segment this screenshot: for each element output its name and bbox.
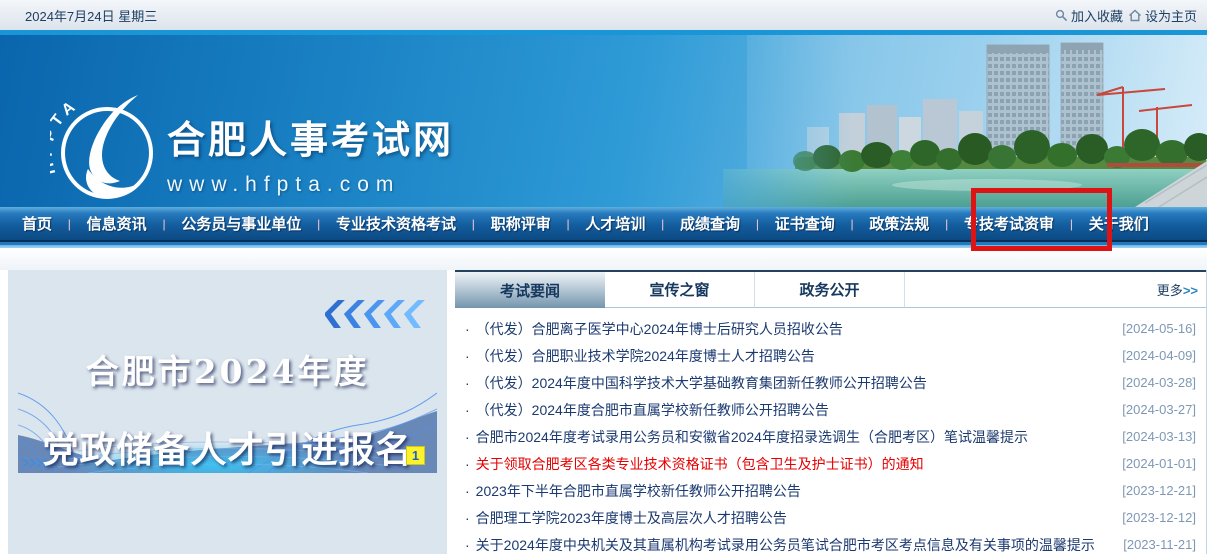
bullet-icon: ·: [465, 429, 470, 445]
bullet-icon: ·: [465, 321, 470, 337]
header-fade-gap: [0, 248, 1207, 270]
news-date: [2024-03-27]: [1122, 402, 1196, 417]
news-link[interactable]: （代发）2024年度合肥市直属学校新任教师公开招聘公告: [476, 400, 1115, 420]
nav-separator: |: [850, 217, 853, 231]
nav-item-title-review[interactable]: 职称评审: [491, 213, 551, 234]
bullet-icon: ·: [465, 402, 470, 418]
more-arrows: >>: [1183, 283, 1198, 298]
news-date: [2024-03-28]: [1122, 375, 1196, 390]
bullet-icon: ·: [465, 456, 470, 472]
nav-item-certificate-query[interactable]: 证书查询: [775, 213, 835, 234]
news-item[interactable]: · 合肥市2024年度考试录用公务员和安徽省2024年度招录选调生（合肥考区）笔…: [463, 423, 1196, 450]
nav-separator: |: [68, 217, 71, 231]
promo-banner-slide[interactable]: 合肥市2024年度 党政储备人才引进报名: [18, 345, 437, 473]
tab-government-disclosure[interactable]: 政务公开: [755, 272, 905, 308]
tab-exam-news[interactable]: 考试要闻: [455, 272, 605, 308]
add-favorite-link[interactable]: 加入收藏: [1055, 6, 1123, 25]
news-link[interactable]: 合肥市2024年度考试录用公务员和安徽省2024年度招录选调生（合肥考区）笔试温…: [476, 427, 1115, 447]
news-item[interactable]: · 关于2024年度中央机关及其直属机构考试录用公务员笔试合肥市考区考点信息及有…: [463, 531, 1196, 554]
annotation-highlight-box: [971, 188, 1112, 251]
set-homepage-link[interactable]: 设为主页: [1128, 6, 1197, 25]
news-list: · （代发）合肥离子医学中心2024年博士后研究人员招收公告 [2024-05-…: [455, 308, 1206, 554]
tab-bar: 考试要闻 宣传之窗 政务公开 更多>>: [455, 270, 1206, 308]
site-logo[interactable]: HFPTA: [50, 93, 165, 207]
banner-title-line2: 党政储备人才引进报名: [18, 421, 437, 473]
magnifier-icon: [1055, 9, 1068, 22]
nav-item-home[interactable]: 首页: [22, 213, 52, 234]
news-link[interactable]: 关于2024年度中央机关及其直属机构考试录用公务员笔试合肥市考区考点信息及有关事…: [476, 535, 1116, 554]
news-date: [2024-04-09]: [1122, 348, 1196, 363]
news-link[interactable]: （代发）合肥离子医学中心2024年博士后研究人员招收公告: [476, 319, 1115, 339]
more-label: 更多: [1157, 283, 1183, 298]
news-item[interactable]: · 合肥理工学院2023年度博士及高层次人才招聘公告 [2023-12-12]: [463, 504, 1196, 531]
bullet-icon: ·: [465, 537, 470, 553]
news-date: [2023-12-12]: [1122, 510, 1196, 525]
news-item[interactable]: · （代发）2024年度合肥市直属学校新任教师公开招聘公告 [2024-03-2…: [463, 396, 1196, 423]
bullet-icon: ·: [465, 483, 470, 499]
news-date: [2023-11-21]: [1123, 537, 1196, 552]
banner-title-line1: 合肥市2024年度: [18, 345, 437, 393]
bullet-icon: ·: [465, 375, 470, 391]
news-item-highlighted[interactable]: · 关于领取合肥考区各类专业技术资格证书（包含卫生及护士证书）的通知 [2024…: [463, 450, 1196, 477]
news-date: [2024-01-01]: [1122, 456, 1196, 471]
home-icon: [1128, 9, 1142, 22]
nav-item-professional-exam[interactable]: 专业技术资格考试: [336, 213, 456, 234]
nav-separator: |: [317, 217, 320, 231]
news-item[interactable]: · （代发）合肥离子医学中心2024年博士后研究人员招收公告 [2024-05-…: [463, 315, 1196, 342]
nav-separator: |: [661, 217, 664, 231]
nav-item-score-query[interactable]: 成绩查询: [680, 213, 740, 234]
tab-publicity-window[interactable]: 宣传之窗: [605, 272, 755, 308]
nav-separator: |: [472, 217, 475, 231]
top-utility-bar: 2024年7月24日 星期三 加入收藏 设为主页: [0, 0, 1207, 30]
nav-item-civil-service[interactable]: 公务员与事业单位: [181, 213, 301, 234]
current-date: 2024年7月24日 星期三: [25, 6, 157, 25]
site-header: HFPTA 合肥人事考试网 www.hfpta.com: [0, 35, 1207, 207]
news-item[interactable]: · 2023年下半年合肥市直属学校新任教师公开招聘公告 [2023-12-21]: [463, 477, 1196, 504]
city-skyline-image: [687, 35, 1207, 207]
news-link[interactable]: 2023年下半年合肥市直属学校新任教师公开招聘公告: [476, 481, 1115, 501]
news-link[interactable]: 合肥理工学院2023年度博士及高层次人才招聘公告: [476, 508, 1115, 528]
site-title: 合肥人事考试网: [167, 109, 454, 164]
bullet-icon: ·: [465, 348, 470, 364]
more-link[interactable]: 更多>>: [1157, 280, 1198, 299]
banner-frame: 合肥市2024年度 党政储备人才引进报名: [8, 270, 447, 554]
news-item[interactable]: · （代发）合肥职业技术学院2024年度博士人才招聘公告 [2024-04-09…: [463, 342, 1196, 369]
news-link[interactable]: （代发）2024年度中国科学技术大学基础教育集团新任教师公开招聘公告: [476, 373, 1115, 393]
nav-item-policies[interactable]: 政策法规: [869, 213, 929, 234]
bullet-icon: ·: [465, 510, 470, 526]
news-date: [2024-05-16]: [1122, 321, 1196, 336]
news-panel: 考试要闻 宣传之窗 政务公开 更多>> · （代发）合肥离子医学中心2024年博…: [455, 270, 1207, 554]
news-date: [2023-12-21]: [1122, 483, 1196, 498]
nav-item-news[interactable]: 信息资讯: [87, 213, 147, 234]
add-favorite-label: 加入收藏: [1071, 6, 1123, 25]
news-link[interactable]: （代发）合肥职业技术学院2024年度博士人才招聘公告: [476, 346, 1115, 366]
news-link[interactable]: 关于领取合肥考区各类专业技术资格证书（包含卫生及护士证书）的通知: [476, 454, 1115, 474]
news-item[interactable]: · （代发）2024年度中国科学技术大学基础教育集团新任教师公开招聘公告 [20…: [463, 369, 1196, 396]
nav-item-talent-training[interactable]: 人才培训: [585, 213, 645, 234]
nav-separator: |: [566, 217, 569, 231]
set-homepage-label: 设为主页: [1145, 6, 1197, 25]
nav-separator: |: [756, 217, 759, 231]
carousel-page-indicator[interactable]: 1: [406, 446, 425, 465]
site-url: www.hfpta.com: [167, 173, 454, 197]
news-date: [2024-03-13]: [1122, 429, 1196, 444]
nav-separator: |: [945, 217, 948, 231]
nav-separator: |: [162, 217, 165, 231]
